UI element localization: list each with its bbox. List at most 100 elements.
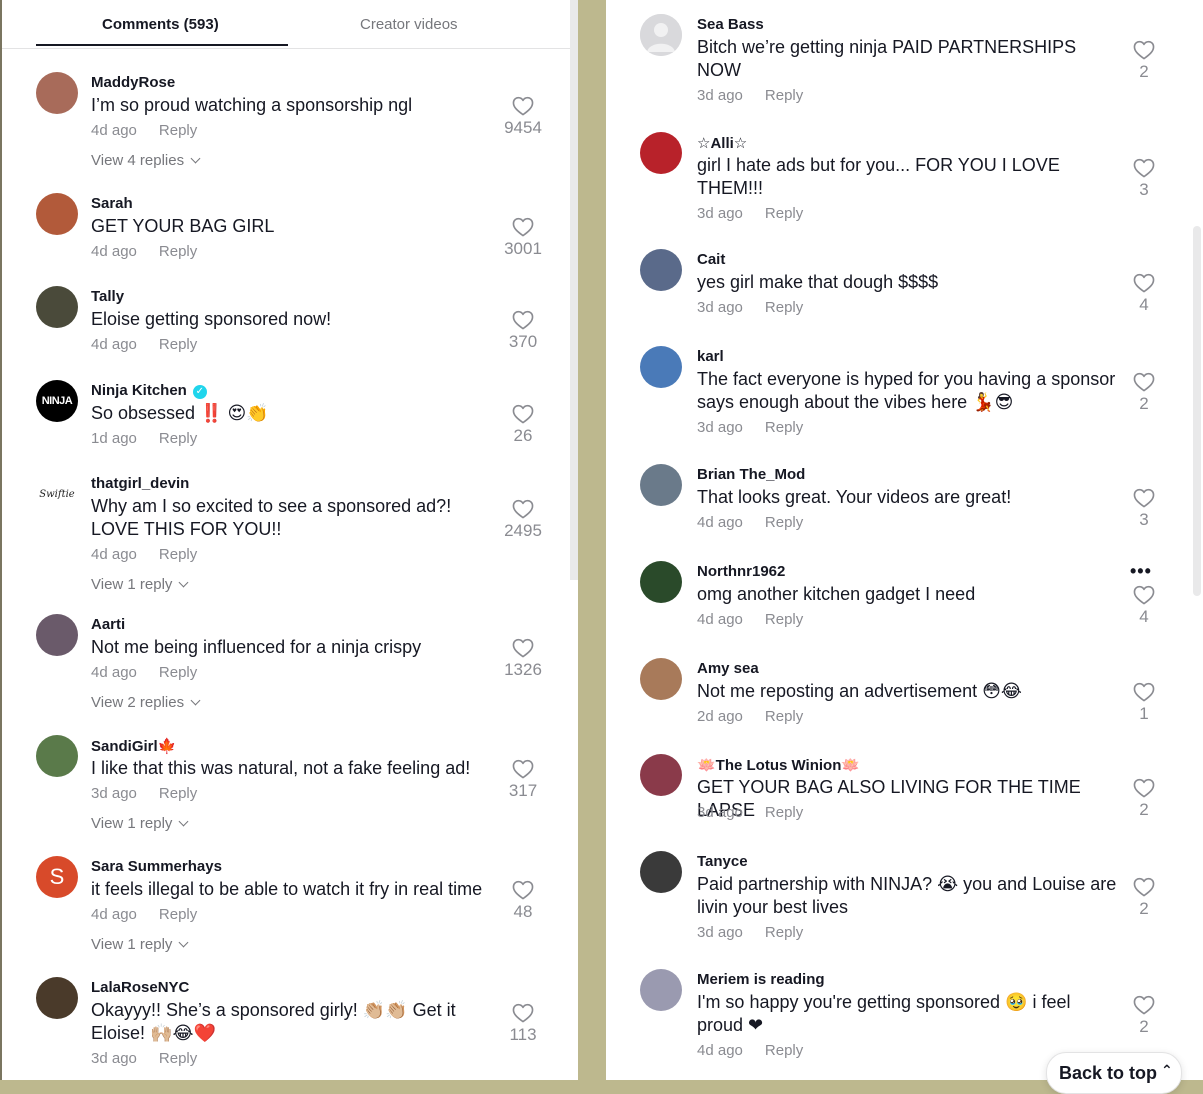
- avatar[interactable]: Swiftie: [36, 473, 78, 515]
- like-button[interactable]: 113: [503, 1003, 543, 1045]
- like-button[interactable]: 2495: [503, 499, 543, 541]
- tab-creator-videos[interactable]: Creator videos: [360, 16, 458, 33]
- view-replies-label: View 1 reply: [91, 936, 173, 953]
- reply-button[interactable]: Reply: [765, 611, 803, 628]
- comment-username[interactable]: MaddyRose: [91, 74, 175, 91]
- avatar[interactable]: [640, 249, 682, 291]
- avatar[interactable]: [36, 735, 78, 777]
- reply-button[interactable]: Reply: [765, 419, 803, 436]
- reply-button[interactable]: Reply: [159, 906, 197, 923]
- back-to-top-button[interactable]: Back to top ⌃: [1046, 1052, 1182, 1094]
- like-button[interactable]: 317: [503, 759, 543, 801]
- reply-button[interactable]: Reply: [159, 664, 197, 681]
- comment-username[interactable]: Ninja Kitchen ✓: [91, 382, 207, 399]
- avatar[interactable]: [640, 969, 682, 1011]
- view-replies-button[interactable]: View 1 reply: [91, 815, 189, 832]
- reply-button[interactable]: Reply: [765, 924, 803, 941]
- like-button[interactable]: 370: [503, 310, 543, 352]
- view-replies-button[interactable]: View 2 replies: [91, 694, 201, 711]
- username-text: Brian The_Mod: [697, 466, 806, 483]
- like-button[interactable]: 3: [1124, 158, 1164, 200]
- reply-button[interactable]: Reply: [765, 804, 803, 821]
- reply-button[interactable]: Reply: [159, 122, 197, 139]
- reply-button[interactable]: Reply: [159, 1050, 197, 1067]
- comment-username[interactable]: SandiGirl🍁: [91, 737, 176, 755]
- avatar[interactable]: [640, 14, 682, 56]
- comment-username[interactable]: Sarah: [91, 195, 133, 212]
- view-replies-button[interactable]: View 1 reply: [91, 576, 189, 593]
- comment-meta: 3d ago Reply: [697, 299, 803, 316]
- comment-username[interactable]: Sara Summerhays: [91, 858, 222, 875]
- avatar[interactable]: [640, 132, 682, 174]
- comment-meta: 3d ago Reply: [697, 205, 803, 222]
- like-button[interactable]: 1: [1124, 682, 1164, 724]
- comment-username[interactable]: Sea Bass: [697, 16, 764, 33]
- avatar-text: NINJA: [41, 395, 73, 407]
- comment-username[interactable]: Northnr1962: [697, 563, 785, 580]
- comment-username[interactable]: Cait: [697, 251, 725, 268]
- view-replies-button[interactable]: View 1 reply: [91, 936, 189, 953]
- comment-username[interactable]: ☆Alli☆: [697, 134, 747, 152]
- avatar[interactable]: [640, 464, 682, 506]
- username-text: Ninja Kitchen: [91, 382, 187, 399]
- avatar[interactable]: [36, 614, 78, 656]
- avatar[interactable]: [36, 286, 78, 328]
- like-button[interactable]: 2: [1124, 877, 1164, 919]
- like-count: 317: [508, 781, 538, 800]
- username-text: SandiGirl🍁: [91, 738, 177, 755]
- like-button[interactable]: 3: [1124, 488, 1164, 530]
- comment-username[interactable]: karl: [697, 348, 724, 365]
- view-replies-button[interactable]: View 4 replies: [91, 152, 201, 169]
- comment-username[interactable]: Tanyce: [697, 853, 748, 870]
- avatar[interactable]: [640, 346, 682, 388]
- heart-icon: [503, 759, 543, 779]
- comment-username[interactable]: Brian The_Mod: [697, 466, 805, 483]
- avatar[interactable]: [640, 754, 682, 796]
- reply-button[interactable]: Reply: [765, 1042, 803, 1059]
- tab-comments[interactable]: Comments (593): [102, 16, 219, 33]
- like-button[interactable]: 3001: [503, 217, 543, 259]
- reply-button[interactable]: Reply: [765, 708, 803, 725]
- like-button[interactable]: 1326: [503, 638, 543, 680]
- comments-panel-left: Comments (593) Creator videos MaddyRose I…: [2, 0, 578, 1080]
- reply-button[interactable]: Reply: [765, 514, 803, 531]
- like-count: 3001: [504, 239, 542, 258]
- reply-button[interactable]: Reply: [159, 546, 197, 563]
- like-button[interactable]: 48: [503, 880, 543, 922]
- view-replies-label: View 4 replies: [91, 152, 185, 169]
- comment-username[interactable]: Tally: [91, 288, 124, 305]
- like-button[interactable]: 2: [1124, 372, 1164, 414]
- avatar[interactable]: [36, 193, 78, 235]
- avatar[interactable]: NINJA: [36, 380, 78, 422]
- like-button[interactable]: 2: [1124, 778, 1164, 820]
- scrollbar[interactable]: [570, 0, 578, 580]
- avatar[interactable]: [36, 72, 78, 114]
- reply-button[interactable]: Reply: [159, 430, 197, 447]
- avatar[interactable]: [36, 977, 78, 1019]
- scrollbar[interactable]: [1193, 226, 1201, 596]
- like-button[interactable]: 26: [503, 404, 543, 446]
- more-options-icon[interactable]: •••: [1130, 561, 1152, 582]
- reply-button[interactable]: Reply: [159, 785, 197, 802]
- comment-username[interactable]: 🪷The Lotus Winion🪷: [697, 756, 860, 774]
- reply-button[interactable]: Reply: [159, 243, 197, 260]
- reply-button[interactable]: Reply: [765, 87, 803, 104]
- avatar[interactable]: S: [36, 856, 78, 898]
- comment-username[interactable]: Meriem is reading: [697, 971, 825, 988]
- reply-button[interactable]: Reply: [159, 336, 197, 353]
- like-button[interactable]: 9454: [503, 96, 543, 138]
- reply-button[interactable]: Reply: [765, 205, 803, 222]
- like-button[interactable]: 4: [1124, 585, 1164, 627]
- like-button[interactable]: 2: [1124, 40, 1164, 82]
- avatar[interactable]: [640, 658, 682, 700]
- avatar[interactable]: [640, 561, 682, 603]
- reply-button[interactable]: Reply: [765, 299, 803, 316]
- comment-username[interactable]: Amy sea: [697, 660, 759, 677]
- comment-username[interactable]: Aarti: [91, 616, 125, 633]
- avatar[interactable]: [640, 851, 682, 893]
- chevron-down-icon: [190, 153, 201, 164]
- comment-username[interactable]: thatgirl_devin: [91, 475, 189, 492]
- like-button[interactable]: 2: [1124, 995, 1164, 1037]
- comment-username[interactable]: LalaRoseNYC: [91, 979, 189, 996]
- like-button[interactable]: 4: [1124, 273, 1164, 315]
